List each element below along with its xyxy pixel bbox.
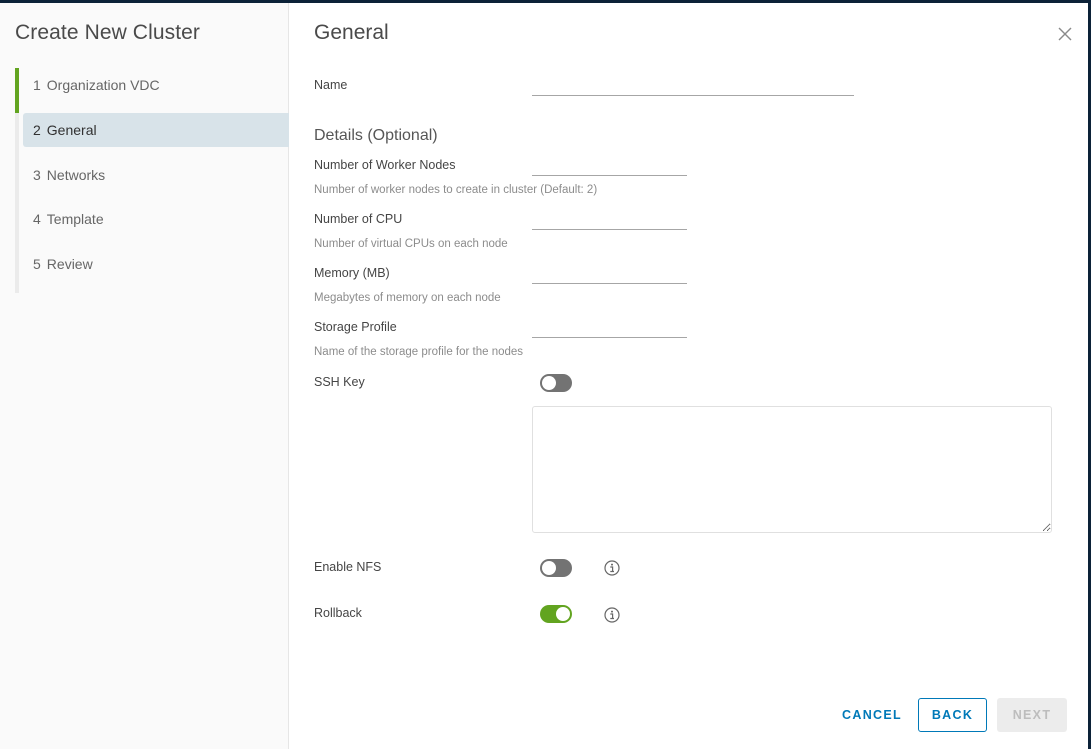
close-icon — [1058, 27, 1072, 41]
step-number: 3 — [33, 166, 41, 183]
cpu-input[interactable] — [532, 208, 687, 230]
wizard-stepper: 1 Organization VDC 2 General 3 Networks … — [15, 68, 289, 293]
step-number: 5 — [33, 256, 41, 273]
memory-label: Memory (MB) — [314, 266, 390, 280]
info-icon — [604, 607, 620, 623]
rollback-info-button[interactable] — [604, 607, 620, 623]
create-cluster-dialog: Create New Cluster 1 Organization VDC 2 … — [0, 3, 1088, 749]
rollback-toggle[interactable] — [540, 605, 572, 623]
cancel-button[interactable]: CANCEL — [837, 698, 907, 732]
step-template[interactable]: 4 Template — [23, 202, 289, 236]
step-networks[interactable]: 3 Networks — [23, 158, 289, 192]
rollback-label: Rollback — [314, 606, 362, 620]
ssh-key-label: SSH Key — [314, 375, 365, 389]
stepper-progress — [15, 68, 19, 113]
step-number: 4 — [33, 211, 41, 228]
ssh-key-toggle[interactable] — [540, 374, 572, 392]
storage-profile-input[interactable] — [532, 316, 687, 338]
step-label: Networks — [46, 166, 106, 183]
name-label: Name — [314, 78, 348, 92]
name-input[interactable] — [532, 74, 854, 96]
enable-nfs-toggle[interactable] — [540, 559, 572, 577]
storage-profile-label: Storage Profile — [314, 320, 397, 334]
enable-nfs-info-button[interactable] — [604, 560, 620, 576]
page-title: General — [314, 21, 389, 44]
info-icon — [604, 560, 620, 576]
worker-nodes-helper: Number of worker nodes to create in clus… — [314, 184, 598, 196]
wizard-content: General Name Details (Optional) Number o… — [289, 3, 1088, 749]
worker-nodes-input[interactable] — [532, 154, 687, 176]
ssh-key-textarea[interactable] — [532, 406, 1052, 533]
wizard-sidebar: Create New Cluster 1 Organization VDC 2 … — [0, 3, 289, 749]
storage-profile-helper: Name of the storage profile for the node… — [314, 346, 524, 358]
wizard-title: Create New Cluster — [15, 21, 201, 44]
cpu-label: Number of CPU — [314, 212, 403, 226]
step-general[interactable]: 2 General — [23, 112, 289, 147]
step-label: Template — [46, 211, 104, 228]
step-number: 2 — [33, 121, 41, 138]
step-number: 1 — [33, 77, 41, 93]
enable-nfs-label: Enable NFS — [314, 560, 382, 574]
details-heading: Details (Optional) — [314, 127, 438, 144]
worker-nodes-label: Number of Worker Nodes — [314, 158, 456, 172]
next-button[interactable]: NEXT — [997, 698, 1067, 732]
cpu-helper: Number of virtual CPUs on each node — [314, 238, 508, 250]
step-label: General — [46, 121, 97, 138]
memory-input[interactable] — [532, 262, 687, 284]
step-label: Organization VDC — [46, 77, 160, 93]
memory-helper: Megabytes of memory on each node — [314, 292, 501, 304]
step-organization-vdc[interactable]: 1 Organization VDC — [23, 68, 289, 102]
back-button[interactable]: BACK — [918, 698, 987, 732]
step-label: Review — [46, 256, 93, 273]
step-review[interactable]: 5 Review — [23, 247, 289, 281]
close-button[interactable] — [1056, 25, 1074, 43]
